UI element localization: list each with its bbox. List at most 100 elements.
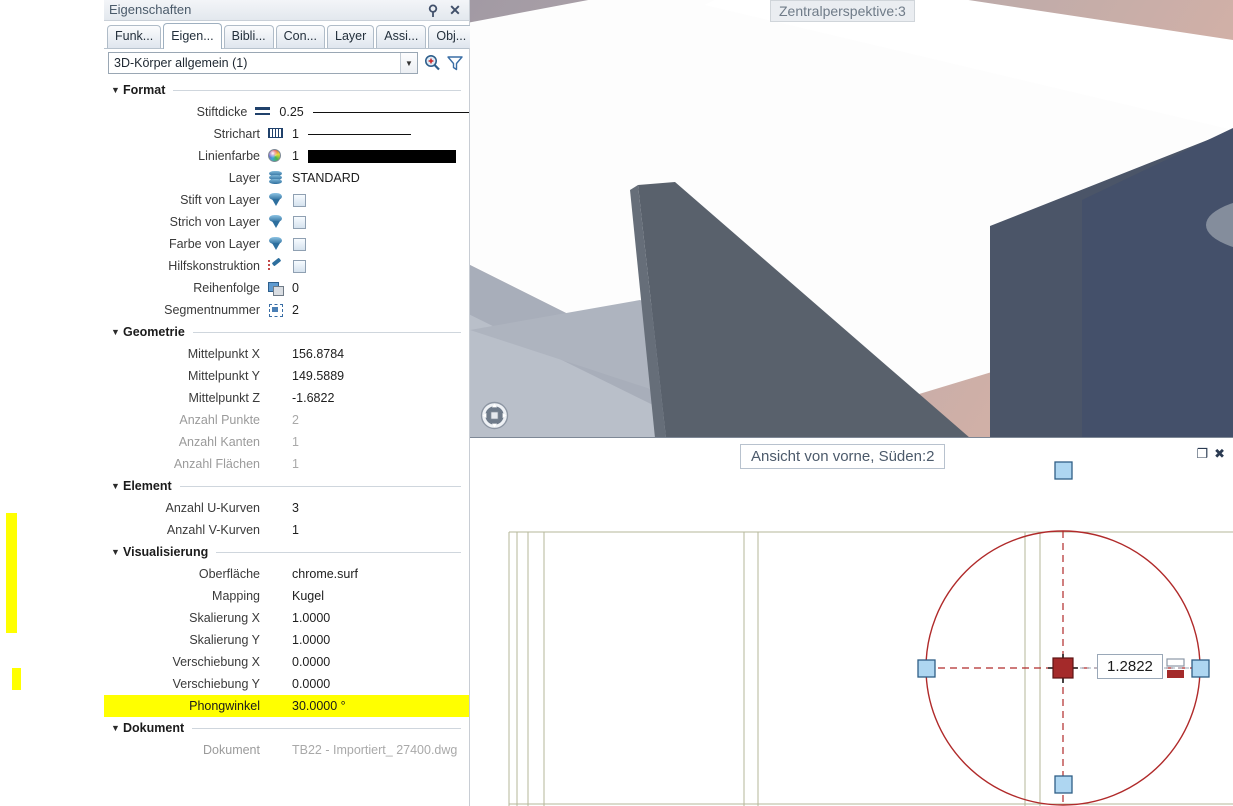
viewport-top-label: Zentralperspektive:3 [770, 0, 915, 22]
property-row[interactable]: Phongwinkel30.0000 ° [104, 695, 469, 717]
property-row[interactable]: Verschiebung Y0.0000 [104, 673, 469, 695]
viewport-front-view[interactable]: 1.2822 Ansicht von vorne, Süden:2 ❐ ✖ [470, 438, 1233, 806]
property-row[interactable]: Skalierung X1.0000 [104, 607, 469, 629]
chevron-down-icon[interactable]: ▼ [111, 546, 123, 558]
property-row[interactable]: Skalierung Y1.0000 [104, 629, 469, 651]
property-icon-slot [266, 522, 286, 538]
chevron-down-icon[interactable]: ▼ [111, 84, 123, 96]
line-type-icon [266, 126, 286, 142]
property-row[interactable]: Anzahl Punkte2 [104, 409, 469, 431]
dimension-value: 1.2822 [1107, 658, 1153, 675]
panel-titlebar: Eigenschaften ⚲ ✕ [104, 0, 469, 21]
filter-funnel-icon[interactable] [445, 53, 465, 73]
chevron-down-icon[interactable]: ▼ [400, 53, 417, 73]
tab-eigenschaften[interactable]: Eigen... [163, 23, 221, 49]
property-label: Stift von Layer [104, 193, 266, 207]
navigation-wheel-icon[interactable] [480, 401, 509, 430]
property-value: 1 [286, 149, 299, 163]
pen-from-layer-icon [266, 192, 286, 208]
property-row[interactable]: Stift von Layer [104, 189, 469, 211]
property-row[interactable]: Linienfarbe1 [104, 145, 469, 167]
property-row[interactable]: Reihenfolge 0 [104, 277, 469, 299]
property-label: Reihenfolge [104, 281, 266, 295]
property-row[interactable]: Mittelpunkt Z-1.6822 [104, 387, 469, 409]
line-from-layer-icon [266, 214, 286, 230]
property-group-geometrie[interactable]: ▼Geometrie [104, 321, 469, 343]
property-label: Farbe von Layer [104, 237, 266, 251]
property-row[interactable]: MappingKugel [104, 585, 469, 607]
property-value: 0.0000 [286, 655, 330, 669]
property-checkbox[interactable] [293, 238, 306, 251]
property-group-element[interactable]: ▼Element [104, 475, 469, 497]
dimension-value-box[interactable]: 1.2822 [1097, 654, 1163, 679]
property-row[interactable]: Mittelpunkt Y149.5889 [104, 365, 469, 387]
property-row[interactable]: Strich von Layer [104, 211, 469, 233]
close-icon[interactable]: ✕ [447, 2, 463, 18]
property-group-visualisierung[interactable]: ▼Visualisierung [104, 541, 469, 563]
property-icon-slot [266, 632, 286, 648]
property-row[interactable]: Strichart1 [104, 123, 469, 145]
property-row[interactable]: Anzahl U-Kurven3 [104, 497, 469, 519]
group-separator [192, 728, 461, 729]
property-checkbox[interactable] [293, 194, 306, 207]
property-label: Skalierung Y [104, 633, 266, 647]
tab-connect[interactable]: Con... [276, 25, 325, 48]
property-group-format[interactable]: ▼Format [104, 79, 469, 101]
property-group-label: Geometrie [123, 325, 185, 339]
property-label: Anzahl Kanten [104, 435, 266, 449]
tab-assistent[interactable]: Assi... [376, 25, 426, 48]
property-label: Mittelpunkt X [104, 347, 266, 361]
property-checkbox[interactable] [293, 216, 306, 229]
pen-thickness-preview [313, 112, 469, 113]
group-separator [216, 552, 461, 553]
close-icon[interactable]: ✖ [1214, 446, 1225, 462]
property-group-dokument[interactable]: ▼Dokument [104, 717, 469, 739]
color-from-layer-icon [266, 236, 286, 252]
pin-icon[interactable]: ⚲ [425, 2, 441, 18]
property-row[interactable]: LayerSTANDARD [104, 167, 469, 189]
viewport-bottom-label: Ansicht von vorne, Süden:2 [740, 444, 945, 469]
group-separator [193, 332, 461, 333]
tab-layer[interactable]: Layer [327, 25, 374, 48]
property-row[interactable]: Mittelpunkt X 156.8784 [104, 343, 469, 365]
zoom-search-icon[interactable] [422, 53, 442, 73]
property-label: Hilfskonstruktion [104, 259, 266, 273]
property-row[interactable]: Anzahl V-Kurven1 [104, 519, 469, 541]
property-row[interactable]: Segmentnummer2 [104, 299, 469, 321]
chevron-down-icon[interactable]: ▼ [111, 326, 123, 338]
property-checkbox[interactable] [293, 260, 306, 273]
property-value: 0 [286, 281, 299, 295]
property-row[interactable]: Verschiebung X0.0000 [104, 651, 469, 673]
tab-objekte[interactable]: Obj... [428, 25, 474, 48]
property-icon-slot [266, 742, 286, 758]
property-icon-slot [266, 456, 286, 472]
tab-funktionen[interactable]: Funk... [107, 25, 161, 48]
property-row[interactable]: Anzahl Kanten1 [104, 431, 469, 453]
property-label: Mapping [104, 589, 266, 603]
object-type-select[interactable]: 3D-Körper allgemein (1) ▼ [108, 52, 418, 74]
line-color-swatch[interactable] [308, 150, 456, 163]
property-icon-slot [266, 588, 286, 604]
property-value: chrome.surf [286, 567, 358, 581]
construction-pencil-icon [266, 258, 286, 274]
property-row[interactable]: Oberflächechrome.surf [104, 563, 469, 585]
property-row[interactable]: Hilfskonstruktion [104, 255, 469, 277]
property-value: 2 [286, 413, 299, 427]
property-row[interactable]: DokumentTB22 - Importiert_ 27400.dwg [104, 739, 469, 761]
property-value: 3 [286, 501, 299, 515]
maximize-icon[interactable]: ❐ [1196, 446, 1208, 462]
property-icon-slot [266, 500, 286, 516]
tab-bibliothek[interactable]: Bibli... [224, 25, 274, 48]
property-value: 156.8784 [286, 347, 344, 361]
property-label: Strich von Layer [104, 215, 266, 229]
property-row[interactable]: Anzahl Flächen1 [104, 453, 469, 475]
color-wheel-icon [266, 148, 286, 164]
chevron-down-icon[interactable]: ▼ [111, 722, 123, 734]
property-row[interactable]: Farbe von Layer [104, 233, 469, 255]
property-group-label: Dokument [123, 721, 184, 735]
chevron-down-icon[interactable]: ▼ [111, 480, 123, 492]
property-icon-slot [266, 368, 286, 384]
viewport-3d-perspective[interactable]: Zentralperspektive:3 [470, 0, 1233, 438]
property-row[interactable]: Stiftdicke0.25 [104, 101, 469, 123]
property-value: 0.0000 [286, 677, 330, 691]
